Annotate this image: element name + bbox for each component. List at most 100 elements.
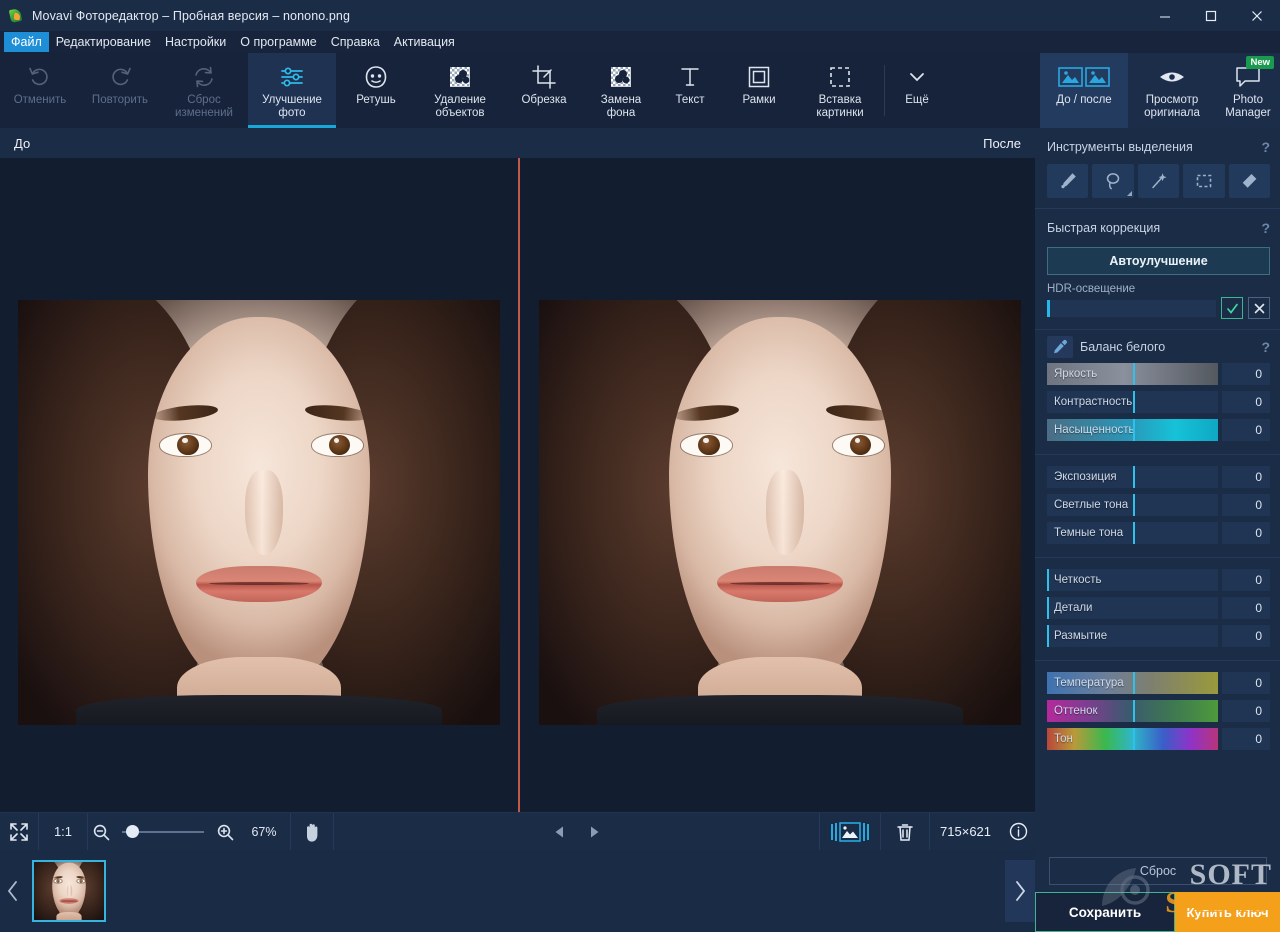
filmstrip-next-button[interactable]	[1005, 860, 1035, 922]
slider-highlights-handle[interactable]	[1133, 494, 1135, 516]
slider-brightness-value[interactable]: 0	[1222, 363, 1270, 385]
slider-sharpness-handle[interactable]	[1047, 569, 1049, 591]
slider-details-handle[interactable]	[1047, 597, 1049, 619]
selection-tools-help-icon[interactable]: ?	[1261, 139, 1270, 155]
menu-item-file[interactable]: Файл	[4, 32, 49, 52]
slider-shadows[interactable]: Темные тона 0	[1047, 521, 1270, 545]
white-balance-help-icon[interactable]: ?	[1261, 339, 1270, 355]
slider-saturation-handle[interactable]	[1133, 419, 1135, 441]
slider-brightness[interactable]: Яркость 0	[1047, 362, 1270, 386]
hand-tool-button[interactable]	[291, 813, 333, 851]
slider-exposure[interactable]: Экспозиция 0	[1047, 465, 1270, 489]
save-button[interactable]: Сохранить	[1035, 892, 1175, 932]
slider-temperature[interactable]: Температура 0	[1047, 671, 1270, 695]
tool-photo-manager-line1: Photo	[1209, 94, 1280, 107]
tool-undo[interactable]: Отменить	[0, 53, 80, 128]
tool-frames[interactable]: Рамки	[722, 53, 796, 128]
maximize-button[interactable]	[1188, 0, 1234, 31]
eyedropper-icon	[1052, 339, 1068, 355]
brush-select-button[interactable]	[1047, 164, 1088, 198]
slider-brightness-handle[interactable]	[1133, 363, 1135, 385]
slider-hue-handle[interactable]	[1133, 728, 1135, 750]
menu-item-about[interactable]: О программе	[233, 32, 323, 52]
minimize-button[interactable]	[1142, 0, 1188, 31]
slider-hue-value[interactable]: 0	[1222, 728, 1270, 750]
hdr-apply-button[interactable]	[1221, 297, 1243, 319]
delete-image-button[interactable]	[881, 813, 929, 851]
before-image[interactable]	[18, 300, 500, 725]
slider-exposure-handle[interactable]	[1133, 466, 1135, 488]
slider-contrast-value[interactable]: 0	[1222, 391, 1270, 413]
fit-to-screen-button[interactable]	[0, 813, 38, 851]
slider-tint-value[interactable]: 0	[1222, 700, 1270, 722]
tool-before-after[interactable]: До / после	[1040, 53, 1128, 128]
hdr-lighting-slider[interactable]	[1047, 300, 1216, 317]
filmstrip-prev-button[interactable]	[0, 850, 26, 932]
slider-shadows-handle[interactable]	[1133, 522, 1135, 544]
slider-saturation-value[interactable]: 0	[1222, 419, 1270, 441]
tool-photo-manager[interactable]: New Photo Manager	[1216, 53, 1280, 128]
close-button[interactable]	[1234, 0, 1280, 31]
hand-tool-icon	[302, 821, 322, 843]
next-image-button[interactable]	[577, 813, 611, 851]
background-change-icon	[608, 60, 634, 94]
tool-photo-enhance[interactable]: Улучшение фото	[248, 53, 336, 128]
magic-wand-button[interactable]	[1138, 164, 1179, 198]
slider-tint-handle[interactable]	[1133, 700, 1135, 722]
slider-hue[interactable]: Тон 0	[1047, 727, 1270, 751]
slider-contrast[interactable]: Контрастность 0	[1047, 390, 1270, 414]
auto-enhance-button[interactable]: Автоулучшение	[1047, 247, 1270, 275]
eyedropper-button[interactable]	[1047, 336, 1073, 358]
slider-blur[interactable]: Размытие 0	[1047, 624, 1270, 648]
slider-highlights-value[interactable]: 0	[1222, 494, 1270, 516]
slider-contrast-handle[interactable]	[1133, 391, 1135, 413]
after-image[interactable]	[539, 300, 1021, 725]
lasso-submenu-indicator[interactable]	[1127, 191, 1132, 196]
menu-item-edit[interactable]: Редактирование	[49, 32, 158, 52]
tool-retouch[interactable]: Ретушь	[336, 53, 416, 128]
tool-more[interactable]: Ещё	[885, 53, 949, 128]
slider-details[interactable]: Детали 0	[1047, 596, 1270, 620]
zoom-out-button[interactable]	[88, 813, 114, 851]
slider-shadows-value[interactable]: 0	[1222, 522, 1270, 544]
tool-redo[interactable]: Повторить	[80, 53, 160, 128]
slider-sharpness-value[interactable]: 0	[1222, 569, 1270, 591]
filmstrip-thumbnail[interactable]	[32, 860, 106, 922]
filmstrip-toggle-button[interactable]	[820, 813, 880, 851]
lasso-select-button[interactable]	[1092, 164, 1133, 198]
slider-saturation[interactable]: Насыщенность 0	[1047, 418, 1270, 442]
slider-temperature-handle[interactable]	[1133, 672, 1135, 694]
image-info-button[interactable]	[1001, 813, 1035, 851]
zoom-slider-knob[interactable]	[126, 825, 139, 838]
slider-highlights[interactable]: Светлые тона 0	[1047, 493, 1270, 517]
zoom-ratio-button[interactable]: 1:1	[39, 824, 87, 839]
eraser-button[interactable]	[1229, 164, 1270, 198]
menu-item-activation[interactable]: Активация	[387, 32, 462, 52]
image-canvas[interactable]	[0, 158, 1035, 812]
slider-details-value[interactable]: 0	[1222, 597, 1270, 619]
zoom-slider[interactable]	[122, 825, 204, 839]
slider-blur-handle[interactable]	[1047, 625, 1049, 647]
tool-insert-image[interactable]: Вставка картинки	[796, 53, 884, 128]
tool-object-removal[interactable]: Удаление объектов	[416, 53, 504, 128]
slider-tint[interactable]: Оттенок 0	[1047, 699, 1270, 723]
tool-text[interactable]: Текст	[658, 53, 722, 128]
tool-reset-changes[interactable]: Сброс изменений	[160, 53, 248, 128]
previous-image-button[interactable]	[543, 813, 577, 851]
slider-temperature-value[interactable]: 0	[1222, 672, 1270, 694]
quick-correction-help-icon[interactable]: ?	[1261, 220, 1270, 236]
zoom-in-button[interactable]	[212, 813, 238, 851]
rectangle-select-button[interactable]	[1183, 164, 1224, 198]
hdr-cancel-button[interactable]	[1248, 297, 1270, 319]
slider-blur-value[interactable]: 0	[1222, 625, 1270, 647]
tool-crop[interactable]: Обрезка	[504, 53, 584, 128]
reset-button[interactable]: Сброс	[1049, 857, 1267, 885]
tool-background-change[interactable]: Замена фона	[584, 53, 658, 128]
menu-item-help[interactable]: Справка	[324, 32, 387, 52]
buy-key-button[interactable]: Купить ключ	[1175, 892, 1280, 932]
slider-sharpness[interactable]: Четкость 0	[1047, 568, 1270, 592]
compare-split-handle[interactable]	[518, 158, 520, 812]
slider-exposure-value[interactable]: 0	[1222, 466, 1270, 488]
tool-view-original[interactable]: Просмотр оригинала	[1128, 53, 1216, 128]
menu-item-settings[interactable]: Настройки	[158, 32, 233, 52]
